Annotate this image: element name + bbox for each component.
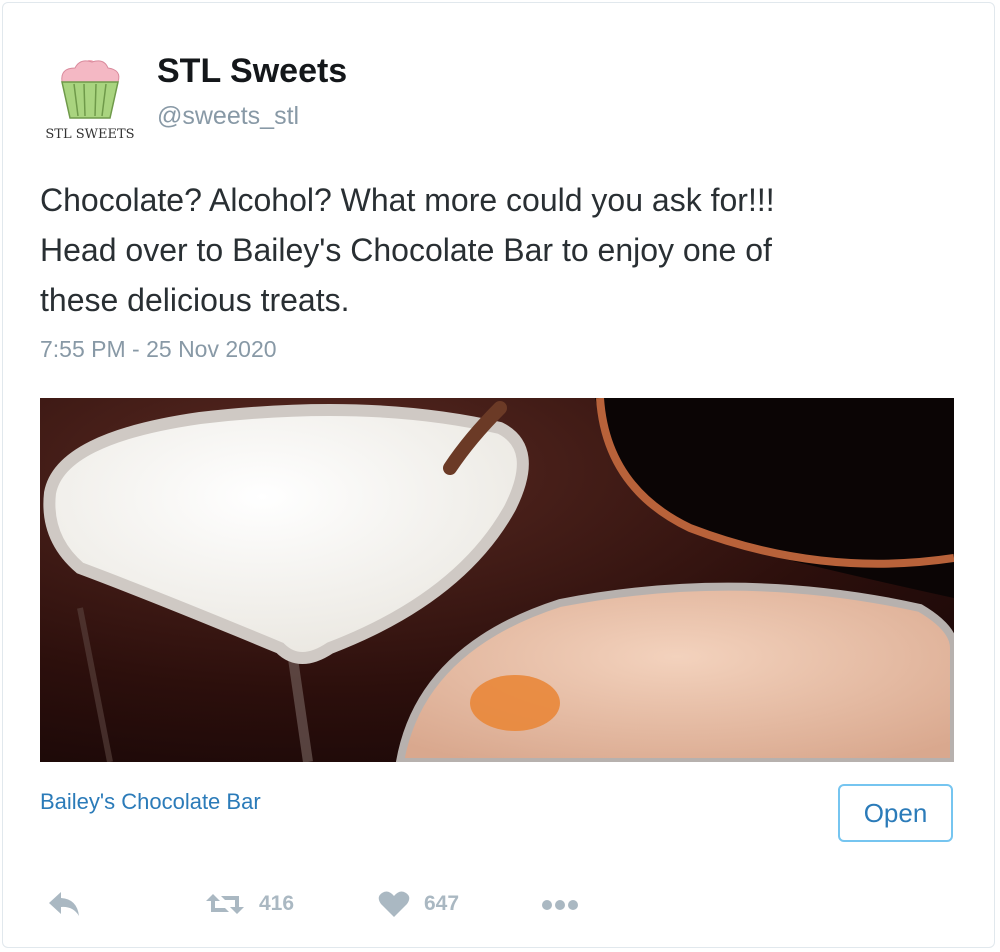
tweet-timestamp[interactable]: 7:55 PM - 25 Nov 2020 bbox=[40, 336, 277, 363]
like-count: 647 bbox=[424, 892, 460, 915]
avatar[interactable]: STL SWEETS bbox=[40, 44, 140, 144]
tweet-text-line: these delicious treats. bbox=[40, 282, 350, 318]
heart-icon bbox=[378, 891, 410, 917]
more-icon bbox=[542, 900, 578, 910]
tweet-text: Chocolate? Alcohol? What more could you … bbox=[40, 175, 940, 325]
retweet-icon bbox=[206, 894, 244, 914]
cocktail-photo bbox=[40, 398, 954, 762]
open-button[interactable]: Open bbox=[838, 784, 953, 842]
tweet-text-line: Head over to Bailey's Chocolate Bar to e… bbox=[40, 232, 772, 268]
like-button[interactable]: 647 bbox=[378, 890, 459, 918]
cupcake-logo-icon: STL SWEETS bbox=[45, 60, 135, 142]
link-card-title[interactable]: Bailey's Chocolate Bar bbox=[40, 789, 261, 815]
account-handle[interactable]: @sweets_stl bbox=[157, 102, 299, 131]
reply-button[interactable] bbox=[47, 890, 81, 918]
retweet-button[interactable]: 416 bbox=[205, 890, 294, 918]
avatar-logo-text: STL SWEETS bbox=[45, 127, 134, 142]
tweet-text-line: Chocolate? Alcohol? What more could you … bbox=[40, 182, 775, 218]
tweet-media-image[interactable] bbox=[40, 398, 954, 762]
reply-icon bbox=[49, 892, 79, 916]
account-name[interactable]: STL Sweets bbox=[157, 52, 347, 91]
tweet-actions: 416 647 bbox=[0, 880, 1000, 940]
retweet-count: 416 bbox=[259, 892, 295, 915]
more-button[interactable] bbox=[540, 890, 580, 918]
